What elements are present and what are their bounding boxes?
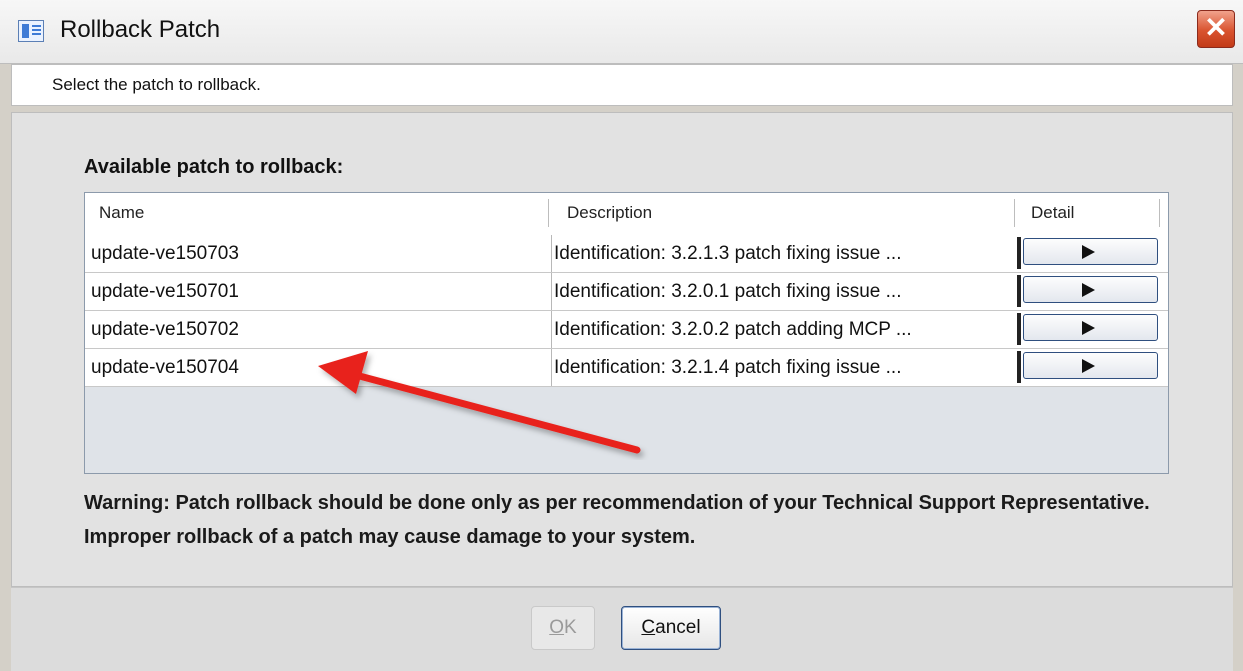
close-icon: ✕ [1204, 12, 1228, 43]
cancel-button[interactable]: Cancel [621, 606, 721, 650]
patch-table[interactable]: Name Description Detail update-ve150703 … [84, 192, 1169, 474]
cell-divider [551, 311, 552, 348]
detail-button[interactable] [1023, 276, 1158, 303]
patch-description: Identification: 3.2.0.1 patch fixing iss… [554, 281, 902, 302]
table-row[interactable]: update-ve150701 Identification: 3.2.0.1 … [85, 273, 1168, 311]
play-arrow-icon [1082, 283, 1095, 297]
column-divider[interactable] [1159, 199, 1163, 227]
cell-divider [551, 235, 552, 272]
ok-mnemonic: O [549, 617, 565, 638]
patch-description: Identification: 3.2.0.2 patch adding MCP… [554, 319, 912, 340]
close-button[interactable]: ✕ [1197, 10, 1235, 48]
cell-divider [551, 349, 552, 386]
detail-button[interactable] [1023, 238, 1158, 265]
patch-name: update-ve150703 [91, 243, 239, 264]
detail-cell [1017, 275, 1164, 307]
instruction-text: Select the patch to rollback. [52, 75, 261, 94]
column-header-name[interactable]: Name [99, 193, 144, 235]
patch-name: update-ve150701 [91, 281, 239, 302]
list-label: Available patch to rollback: [84, 156, 344, 178]
patch-description: Identification: 3.2.1.4 patch fixing iss… [554, 357, 902, 378]
table-row[interactable]: update-ve150703 Identification: 3.2.1.3 … [85, 235, 1168, 273]
detail-cell [1017, 351, 1164, 383]
patch-name: update-ve150702 [91, 319, 239, 340]
patch-description: Identification: 3.2.1.3 patch fixing iss… [554, 243, 902, 264]
rollback-patch-dialog: Rollback Patch ✕ Select the patch to rol… [0, 0, 1243, 671]
detail-cell [1017, 237, 1164, 269]
patch-name: update-ve150704 [91, 357, 239, 378]
title-bar[interactable]: Rollback Patch ✕ [0, 0, 1243, 64]
detail-cell [1017, 313, 1164, 345]
window-title: Rollback Patch [60, 16, 221, 43]
play-arrow-icon [1082, 321, 1095, 335]
ok-label-rest: K [564, 617, 577, 638]
column-divider[interactable] [548, 199, 552, 227]
play-arrow-icon [1082, 359, 1095, 373]
column-header-description[interactable]: Description [567, 193, 652, 235]
detail-button[interactable] [1023, 352, 1158, 379]
play-arrow-icon [1082, 245, 1095, 259]
table-row[interactable]: update-ve150702 Identification: 3.2.0.2 … [85, 311, 1168, 349]
instruction-band: Select the patch to rollback. [11, 64, 1233, 106]
table-header: Name Description Detail [85, 193, 1168, 236]
table-row[interactable]: update-ve150704 Identification: 3.2.1.4 … [85, 349, 1168, 387]
detail-button[interactable] [1023, 314, 1158, 341]
column-header-detail[interactable]: Detail [1031, 193, 1074, 235]
ok-button[interactable]: OK [531, 606, 595, 650]
warning-text: Warning: Patch rollback should be done o… [84, 492, 1150, 548]
app-window-icon [18, 20, 44, 42]
cell-divider [551, 273, 552, 310]
cancel-label-rest: ancel [655, 617, 701, 638]
column-divider[interactable] [1014, 199, 1018, 227]
cancel-mnemonic: C [641, 617, 656, 638]
